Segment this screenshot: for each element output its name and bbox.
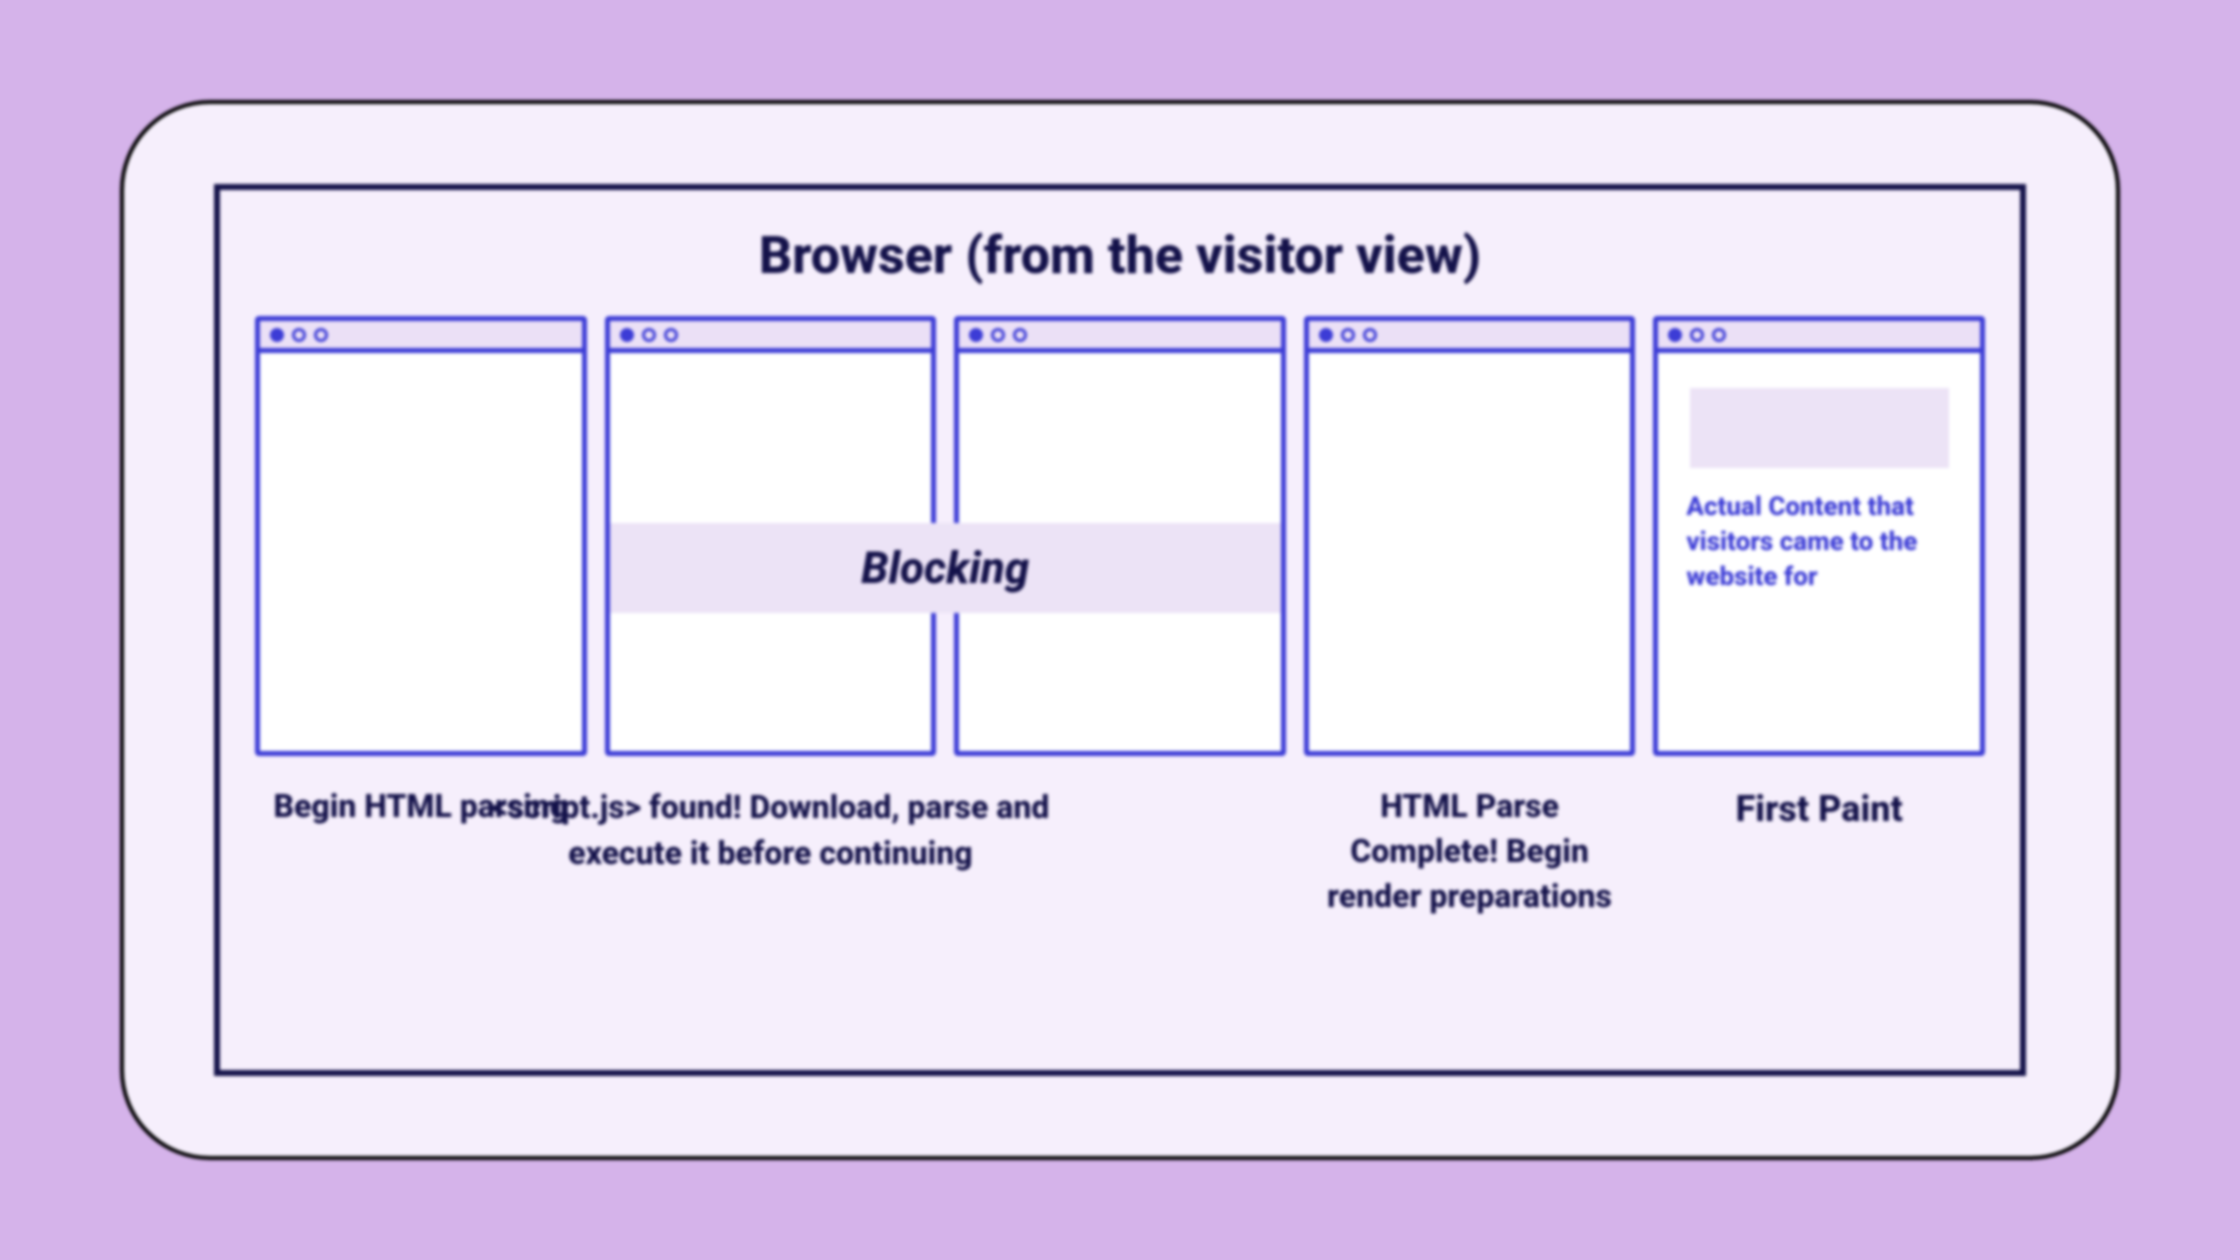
window-body-empty (610, 353, 932, 751)
browser-window-5: Actual Content that visitors came to the… (1653, 316, 1985, 756)
traffic-light-icon (991, 328, 1005, 342)
first-paint-hero-block (1690, 388, 1949, 468)
inner-frame: Browser (from the visitor view) Begin HT… (214, 184, 2026, 1076)
diagram-title: Browser (from the visitor view) (255, 225, 1985, 286)
stage-3 (954, 316, 1286, 756)
traffic-light-icon (1668, 328, 1682, 342)
traffic-light-icon (1690, 328, 1704, 342)
window-body-empty (1309, 353, 1631, 751)
first-paint-content-text: Actual Content that visitors came to the… (1678, 490, 1960, 595)
traffic-light-icon (1712, 328, 1726, 342)
traffic-light-icon (270, 328, 284, 342)
window-chrome (1309, 321, 1631, 353)
traffic-light-icon (292, 328, 306, 342)
stage-4-caption: HTML Parse Complete! Begin render prepar… (1304, 784, 1636, 918)
browser-window-4 (1304, 316, 1636, 756)
traffic-light-icon (1013, 328, 1027, 342)
stage-5: Actual Content that visitors came to the… (1653, 316, 1985, 834)
traffic-light-icon (664, 328, 678, 342)
stage-5-caption: First Paint (1736, 784, 1903, 834)
traffic-light-icon (1363, 328, 1377, 342)
traffic-light-icon (642, 328, 656, 342)
traffic-light-icon (1319, 328, 1333, 342)
stages-row: Begin HTML parsing <script.js> found! Do… (255, 316, 1985, 918)
window-body-empty (959, 353, 1281, 751)
traffic-light-icon (620, 328, 634, 342)
window-body-first-paint: Actual Content that visitors came to the… (1658, 353, 1980, 751)
stage-2: <script.js> found! Download, parse and e… (605, 316, 937, 877)
window-chrome (959, 321, 1281, 353)
window-chrome (610, 321, 932, 353)
window-chrome (260, 321, 582, 353)
stage-4: HTML Parse Complete! Begin render prepar… (1304, 316, 1636, 918)
traffic-light-icon (314, 328, 328, 342)
browser-window-2 (605, 316, 937, 756)
window-body-empty (260, 353, 582, 751)
traffic-light-icon (1341, 328, 1355, 342)
diagram-card: Browser (from the visitor view) Begin HT… (120, 100, 2120, 1160)
traffic-light-icon (969, 328, 983, 342)
browser-window-1 (255, 316, 587, 756)
stage-1: Begin HTML parsing (255, 316, 587, 829)
window-chrome (1658, 321, 1980, 353)
stage-2-3-caption: <script.js> found! Download, parse and e… (439, 784, 1102, 877)
browser-window-3 (954, 316, 1286, 756)
